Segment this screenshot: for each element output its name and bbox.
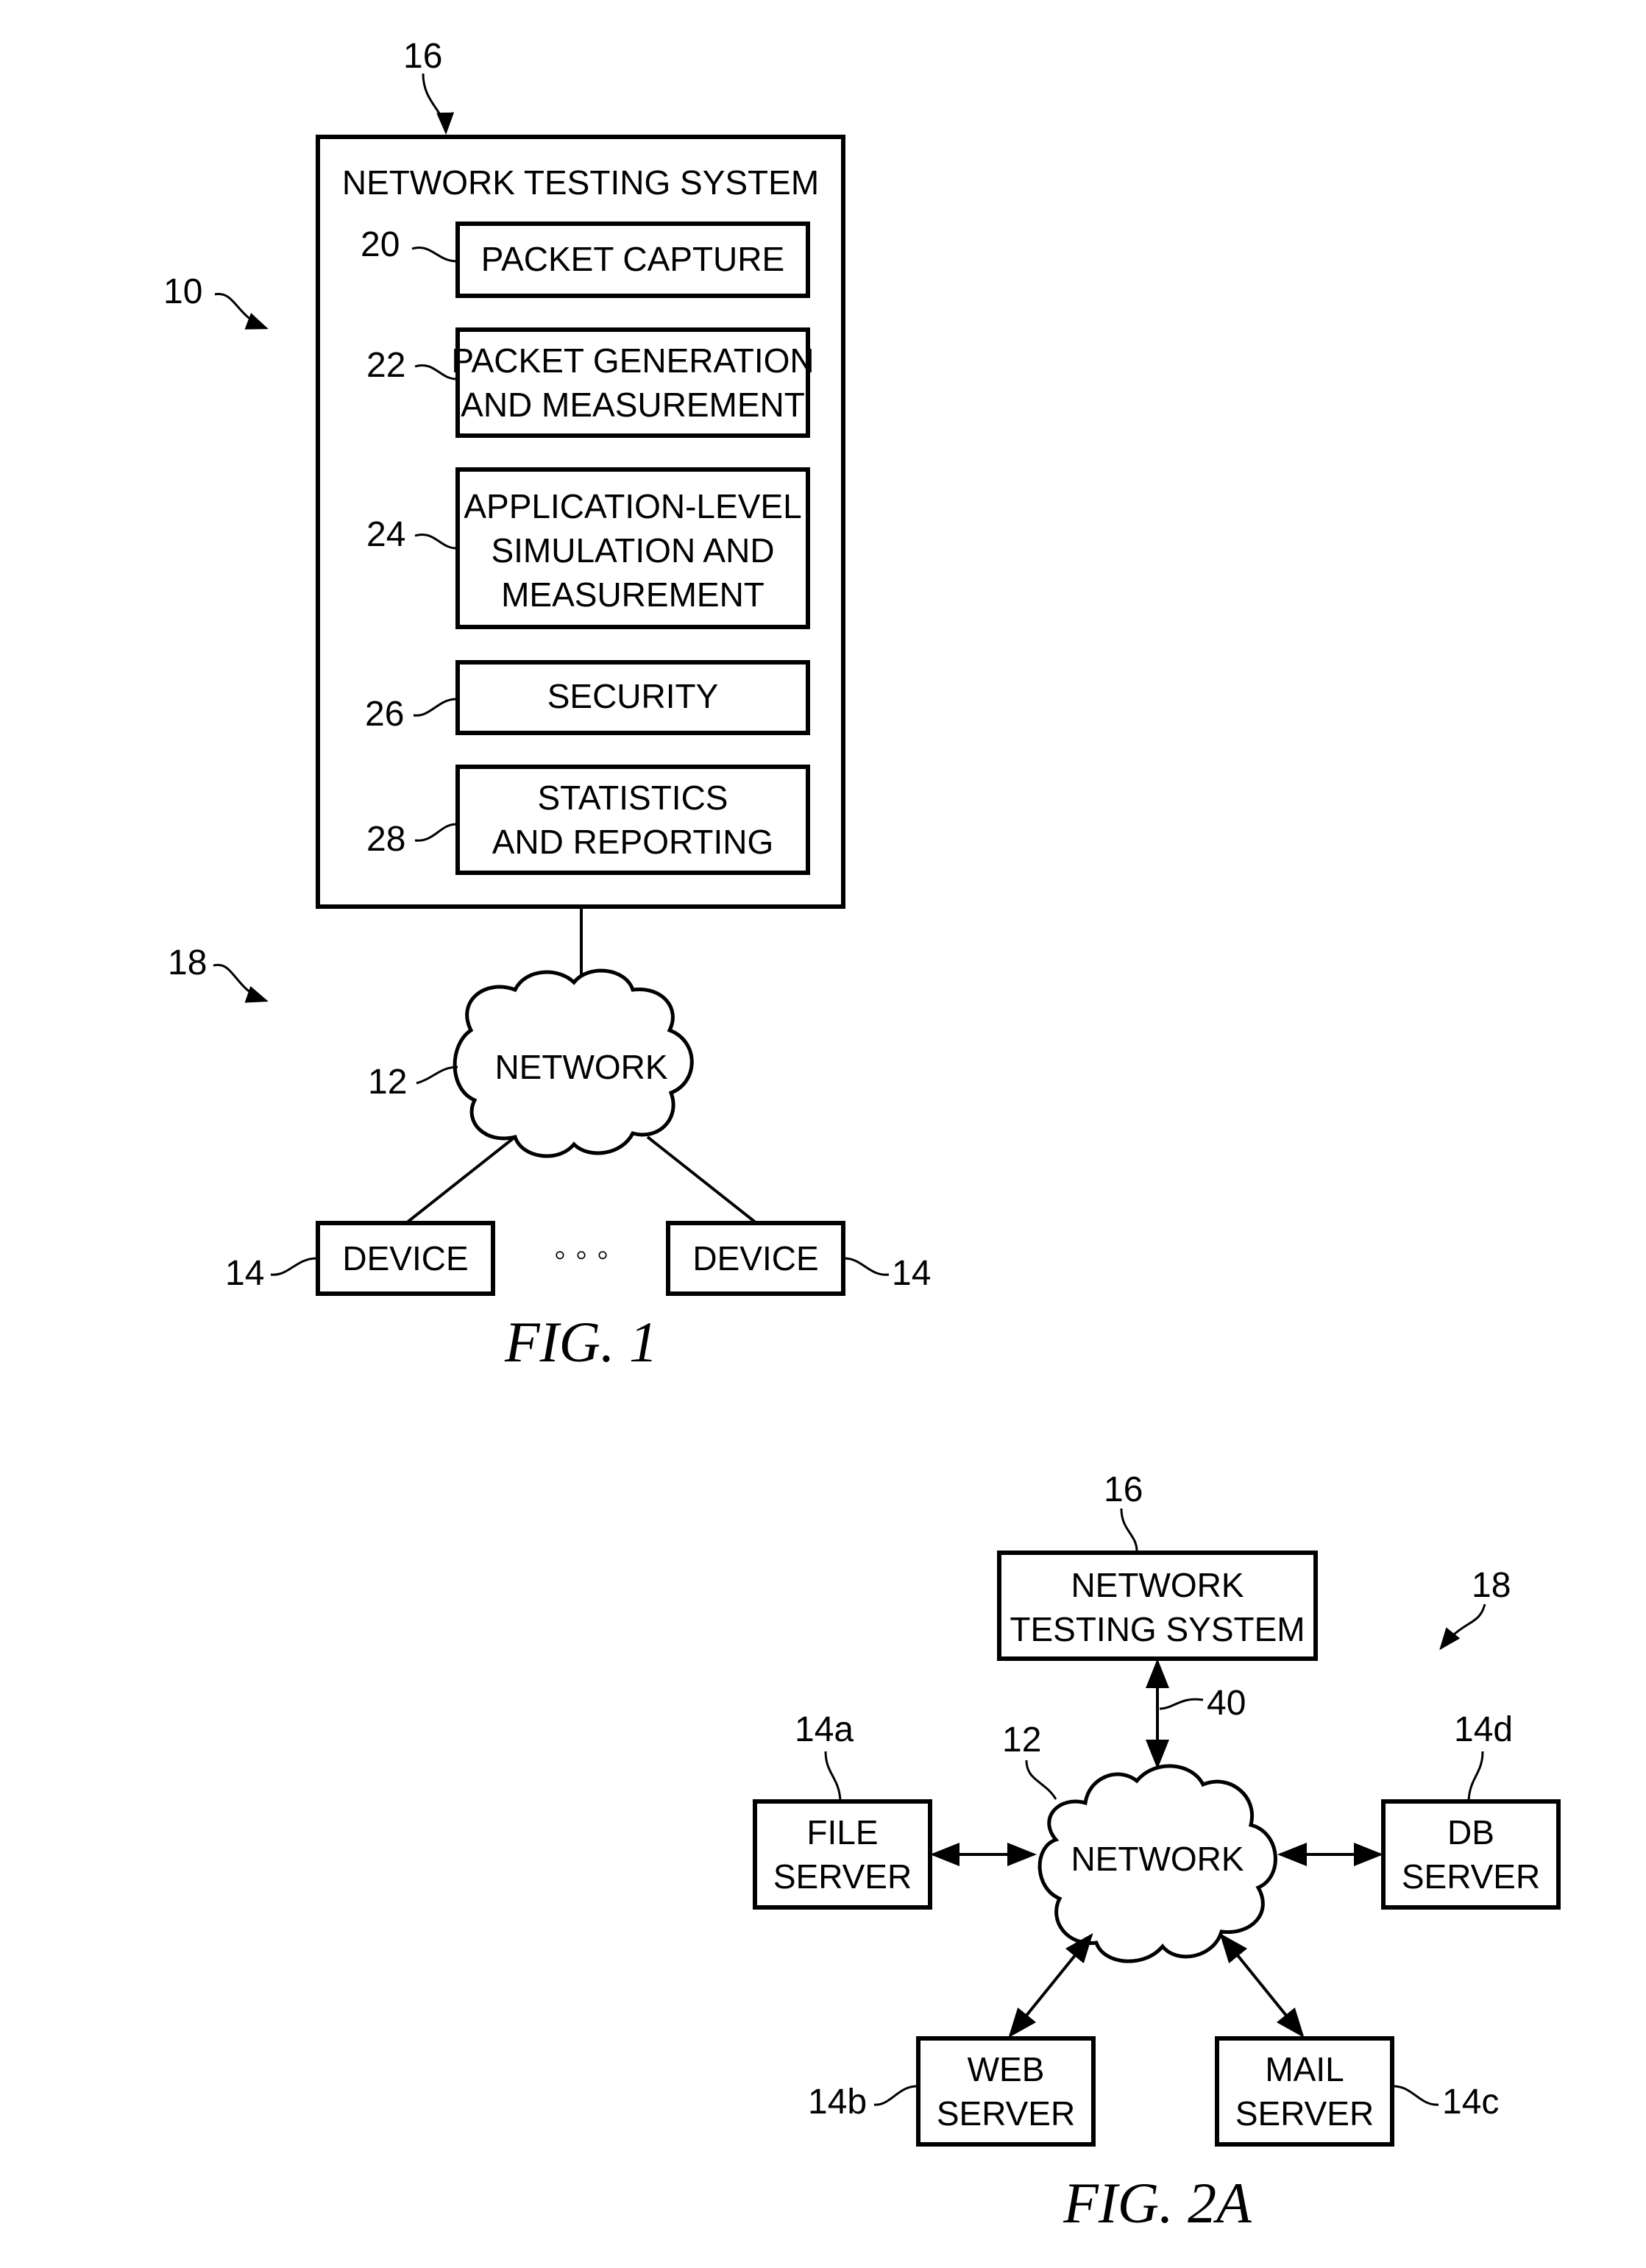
- network-label-fig2a: NETWORK: [1071, 1840, 1244, 1878]
- ref-14a: 14a: [795, 1710, 854, 1749]
- figure-1-caption: FIG. 1: [504, 1310, 658, 1374]
- device-link-left: [405, 1135, 517, 1225]
- svg-text:NETWORK: NETWORK: [1071, 1566, 1244, 1604]
- svg-text:PACKET CAPTURE: PACKET CAPTURE: [481, 240, 784, 278]
- figure-1: 16 10 NETWORK TESTING SYSTEM PACKET CAPT…: [163, 37, 931, 1374]
- network-label: NETWORK: [494, 1048, 667, 1086]
- ref-14b: 14b: [808, 2083, 867, 2122]
- svg-text:DEVICE: DEVICE: [692, 1239, 818, 1277]
- svg-text:STATISTICS: STATISTICS: [538, 779, 728, 817]
- ref-16-fig2a: 16: [1104, 1470, 1143, 1509]
- patent-drawing-sheet: 16 10 NETWORK TESTING SYSTEM PACKET CAPT…: [163, 37, 1561, 2235]
- ref-28: 28: [366, 820, 405, 859]
- ref-10: 10: [163, 272, 202, 311]
- ref-14d: 14d: [1454, 1710, 1513, 1749]
- svg-text:FILE: FILE: [806, 1813, 878, 1851]
- svg-text:SERVER: SERVER: [773, 1857, 912, 1896]
- svg-text:AND REPORTING: AND REPORTING: [492, 823, 774, 861]
- system-title: NETWORK TESTING SYSTEM: [342, 163, 819, 202]
- figure-2a: 16 NETWORK TESTING SYSTEM 18 40 NETWORK …: [753, 1470, 1561, 2235]
- svg-text:SECURITY: SECURITY: [547, 677, 719, 715]
- ref-14-right: 14: [892, 1254, 931, 1293]
- ref-12: 12: [368, 1063, 407, 1102]
- svg-text:AND MEASUREMENT: AND MEASUREMENT: [461, 386, 805, 424]
- ref-12-fig2a: 12: [1002, 1721, 1041, 1760]
- mail-server-link: [1219, 1932, 1305, 2038]
- web-server-link: [1008, 1932, 1093, 2038]
- ref-14-left: 14: [225, 1254, 264, 1293]
- device-right: DEVICE 14: [666, 1221, 931, 1296]
- device-left: DEVICE 14: [225, 1221, 495, 1296]
- ref-14c: 14c: [1442, 2083, 1499, 2122]
- device-ellipsis: ◦ ◦ ◦: [554, 1235, 609, 1273]
- ref-18-fig2a: 18: [1472, 1566, 1511, 1605]
- device-link-right: [646, 1135, 758, 1225]
- svg-text:DEVICE: DEVICE: [342, 1239, 468, 1277]
- ref-16-leader: [422, 73, 455, 135]
- svg-text:MEASUREMENT: MEASUREMENT: [501, 575, 765, 614]
- ref-22: 22: [366, 346, 405, 385]
- svg-text:PACKET GENERATION: PACKET GENERATION: [451, 341, 814, 380]
- ref-26: 26: [365, 695, 404, 734]
- ref-16: 16: [403, 37, 442, 76]
- svg-text:TESTING SYSTEM: TESTING SYSTEM: [1010, 1610, 1305, 1648]
- svg-text:WEB: WEB: [968, 2050, 1045, 2088]
- figure-2a-caption: FIG. 2A: [1063, 2171, 1252, 2235]
- svg-text:APPLICATION-LEVEL: APPLICATION-LEVEL: [464, 487, 801, 525]
- svg-text:SERVER: SERVER: [1402, 1857, 1540, 1896]
- svg-text:DB: DB: [1447, 1813, 1494, 1851]
- svg-text:MAIL: MAIL: [1265, 2050, 1344, 2088]
- svg-text:SERVER: SERVER: [937, 2094, 1075, 2133]
- ref-40: 40: [1207, 1684, 1246, 1723]
- svg-text:SERVER: SERVER: [1235, 2094, 1374, 2133]
- ref-10-leader: [214, 293, 269, 330]
- ref-24: 24: [366, 515, 405, 554]
- ref-18-leader: [213, 963, 269, 1003]
- ref-18: 18: [168, 943, 207, 982]
- svg-text:SIMULATION AND: SIMULATION AND: [491, 531, 774, 570]
- ref-20: 20: [361, 225, 400, 264]
